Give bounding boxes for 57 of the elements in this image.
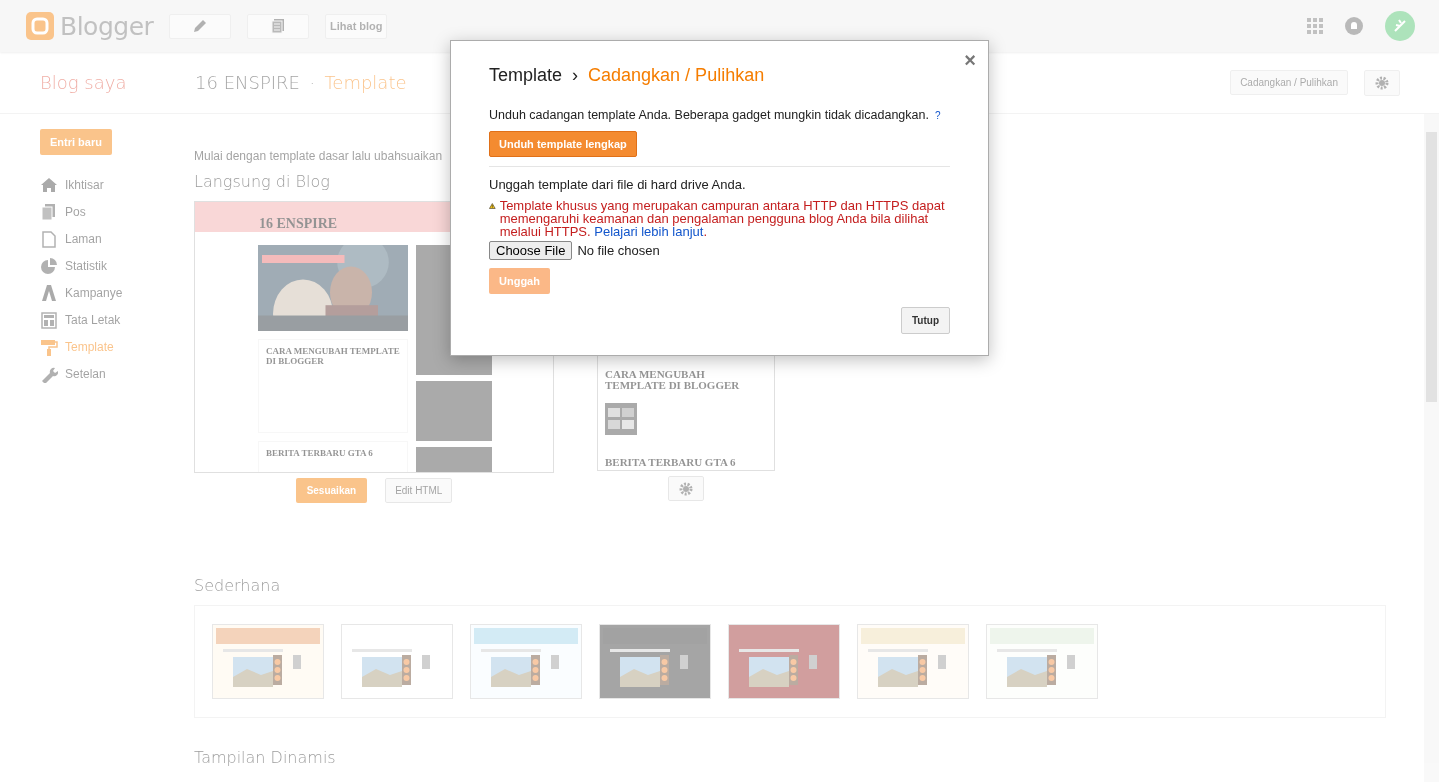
backup-restore-button[interactable]: Cadangkan / Pulihkan <box>1230 70 1348 95</box>
file-status-text: No file chosen <box>577 243 660 258</box>
document-stack-icon <box>40 202 58 221</box>
sidebar-item[interactable]: Tata Letak <box>40 306 121 333</box>
preview-post-title: BERITA TERBARU GTA 6 <box>605 457 737 468</box>
description-text: Unduh cadangan template Anda. Beberapa gadget mungkin tidak dicadangkan. <box>489 108 929 122</box>
settings-button[interactable] <box>668 476 704 501</box>
home-icon <box>40 175 58 194</box>
campaign-icon <box>40 283 58 302</box>
choose-file-button[interactable]: Choose File <box>489 241 573 260</box>
bell-icon[interactable] <box>1345 17 1363 35</box>
close-button[interactable]: × <box>964 49 976 72</box>
settings-icon <box>1374 74 1390 91</box>
help-link[interactable]: ? <box>934 110 941 121</box>
sidebar-item[interactable]: Setelan <box>40 360 106 387</box>
preview-post-title: CARA MENGUBAH TEMPLATE DI BLOGGER <box>258 339 408 433</box>
pencil-icon <box>192 18 209 34</box>
page-title: Template <box>324 72 407 93</box>
dialog-subtitle: Cadangkan / Pulihkan <box>588 65 765 86</box>
intro-text: Mulai dengan template dasar lalu ubahsuaikan <box>194 149 444 163</box>
preview-post-title: CARA MENGUBAH TEMPLATE DI BLOGGER <box>605 369 741 391</box>
breadcrumb-separator: › <box>572 65 579 86</box>
sidebar-item[interactable]: Pos <box>40 198 86 225</box>
warning-text: Template khusus yang merupakan campuran antara HTTP dan HTTPS dapat memengaruhi keamanan dan pengalaman pengguna blog Anda bila dilihat melalui HTTPS. Pelajari lebih lanjut. <box>499 199 946 238</box>
sidebar-item[interactable]: Kampanye <box>40 279 123 306</box>
avatar-icon[interactable] <box>1385 11 1415 41</box>
customize-button[interactable]: Sesuaikan <box>295 478 368 503</box>
section-heading: Langsung di Blog <box>194 172 330 191</box>
settings-button[interactable] <box>1364 69 1400 96</box>
settings-icon <box>678 480 694 497</box>
page-icon <box>40 229 58 248</box>
new-post-button[interactable]: Entri baru <box>40 129 112 155</box>
download-template-button[interactable]: Unduh template lengkap <box>489 131 637 157</box>
view-blog-button[interactable]: Lihat blog <box>325 13 388 39</box>
section-heading: Sederhana <box>194 576 281 595</box>
description-text: Unggah template dari file di hard drive Anda. <box>489 177 747 192</box>
blog-name: 16 ENSPIRE <box>195 72 300 93</box>
blog-list-link[interactable]: Blog saya <box>40 72 195 93</box>
sidebar-item[interactable]: Statistik <box>40 252 107 279</box>
pie-chart-icon <box>40 256 58 275</box>
separator-dot: · <box>309 74 315 91</box>
new-post-button[interactable] <box>169 13 232 39</box>
sidebar-item[interactable]: Ikhtisar <box>40 171 104 198</box>
sidebar-item[interactable]: Template <box>40 333 114 360</box>
paint-roller-icon <box>40 337 58 356</box>
posts-button[interactable] <box>247 13 310 39</box>
apps-grid-icon[interactable] <box>1307 18 1323 34</box>
sidebar-item[interactable]: Laman <box>40 225 102 252</box>
preview-post-title: BERITA TERBARU GTA 6 <box>258 441 408 472</box>
preview-blog-title: 16 ENSPIRE <box>259 216 338 231</box>
close-dialog-button[interactable]: Tutup <box>900 307 950 334</box>
layout-icon <box>40 310 58 329</box>
dialog-title: Template <box>489 65 563 86</box>
document-stack-icon <box>270 18 287 34</box>
section-heading: Tampilan Dinamis <box>194 748 336 767</box>
edit-html-button[interactable]: Edit HTML <box>385 478 453 503</box>
blogger-logo-icon <box>26 12 54 40</box>
